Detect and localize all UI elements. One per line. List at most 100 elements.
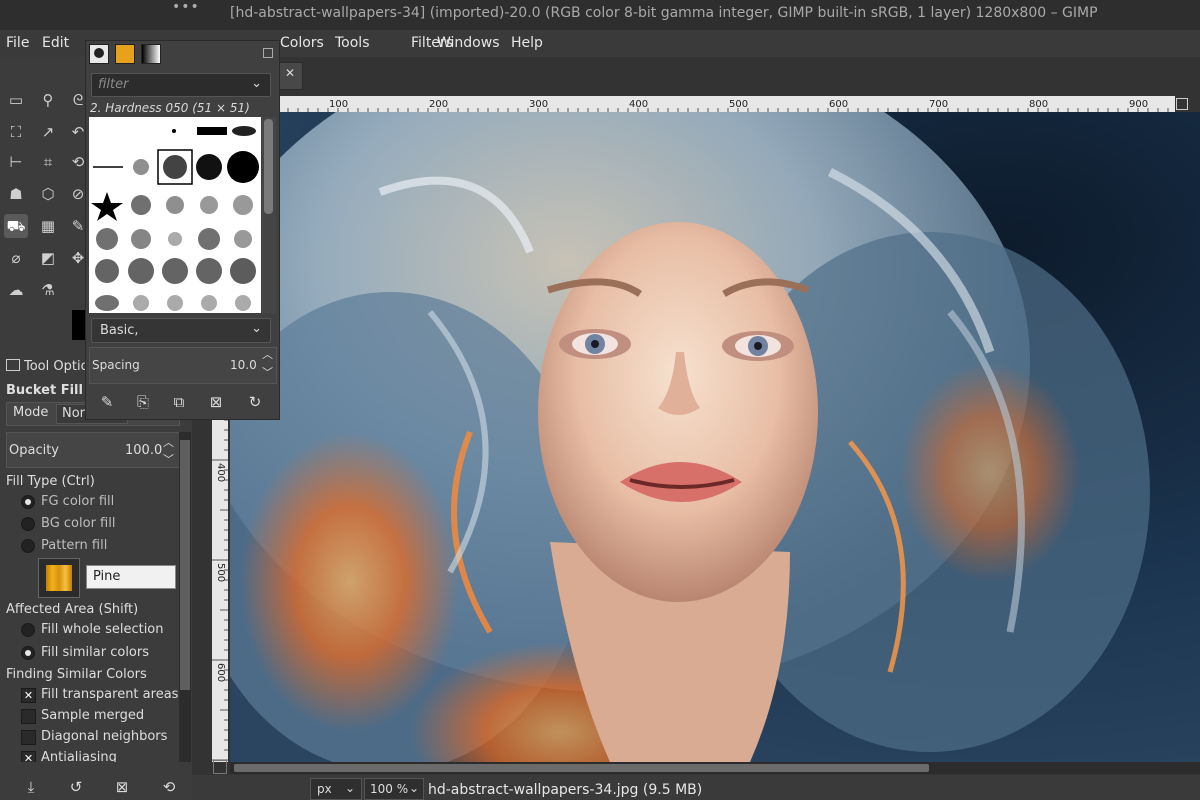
fill-type-bg-radio[interactable] xyxy=(21,517,35,531)
fill-type-pattern-label[interactable]: Pattern fill xyxy=(41,538,107,553)
brush-item[interactable] xyxy=(235,295,251,311)
bucket-fill-tool-icon[interactable]: ⛟ xyxy=(4,214,28,238)
brush-item[interactable] xyxy=(128,258,154,284)
fill-transparent-label[interactable]: Fill transparent areas xyxy=(41,687,178,702)
horizontal-scroll-thumb[interactable] xyxy=(234,764,929,772)
menu-file[interactable]: File xyxy=(6,35,29,51)
brush-item[interactable] xyxy=(197,127,227,135)
perspective-tool-icon[interactable]: ⬡ xyxy=(36,182,60,206)
patterns-tab-icon[interactable] xyxy=(115,44,135,64)
crop-frame-icon[interactable]: ⌗ xyxy=(36,150,60,174)
spacing-spinbox[interactable]: Spacing 10.0 ︿ ﹀ xyxy=(89,347,277,384)
brush-item[interactable] xyxy=(95,259,119,283)
opacity-value[interactable]: 100.0 xyxy=(125,443,162,458)
menu-windows[interactable]: Windows xyxy=(437,35,500,51)
clone-tool-icon[interactable]: ⌀ xyxy=(4,246,28,270)
chevron-down-icon[interactable]: ⌄ xyxy=(251,76,262,91)
affected-whole-radio[interactable] xyxy=(21,623,35,637)
align-tool-icon[interactable]: ⊢ xyxy=(4,150,28,174)
brush-item[interactable] xyxy=(133,295,149,311)
brush-item[interactable] xyxy=(200,196,218,214)
brush-list-scroll-thumb[interactable] xyxy=(264,119,273,214)
sample-merged-label[interactable]: Sample merged xyxy=(41,708,144,723)
menu-edit[interactable]: Edit xyxy=(42,35,69,51)
diagonal-neighbors-checkbox[interactable] xyxy=(21,730,36,745)
reset-options-icon[interactable]: ⟲ xyxy=(158,777,180,797)
brush-grid[interactable] xyxy=(89,117,261,313)
brush-item[interactable] xyxy=(167,295,183,311)
brush-item[interactable] xyxy=(163,155,187,179)
heal-tool-icon[interactable]: ◩ xyxy=(36,246,60,270)
brush-set-select[interactable]: Basic, ⌄ xyxy=(91,318,271,343)
brush-item[interactable] xyxy=(233,195,253,215)
save-options-icon[interactable]: ⤓ xyxy=(20,777,42,797)
chevron-down-icon[interactable]: ﹀ xyxy=(262,364,273,380)
quick-mask-icon[interactable] xyxy=(213,760,227,774)
brush-item[interactable] xyxy=(201,295,217,311)
dock-grip-icon[interactable]: ••• xyxy=(172,0,200,15)
brush-item[interactable] xyxy=(162,258,188,284)
antialiasing-label[interactable]: Antialiasing xyxy=(41,751,117,762)
new-brush-icon[interactable]: ⎘ xyxy=(132,392,154,412)
brush-item[interactable] xyxy=(95,295,119,311)
affected-similar-label[interactable]: Fill similar colors xyxy=(41,645,149,660)
affected-similar-radio[interactable] xyxy=(21,646,35,660)
brush-item[interactable] xyxy=(96,228,118,250)
cage-tool-icon[interactable]: ☗ xyxy=(4,182,28,206)
refresh-brushes-icon[interactable]: ↻ xyxy=(244,392,266,412)
antialiasing-checkbox[interactable]: ✕ xyxy=(21,751,36,762)
transform-tool-icon[interactable]: ↗ xyxy=(36,120,60,144)
free-select-tool-icon[interactable]: ⚲ xyxy=(36,88,60,112)
pattern-name-field[interactable]: Pine xyxy=(86,565,176,589)
menu-colors[interactable]: Colors xyxy=(280,35,324,51)
brush-item[interactable] xyxy=(196,258,222,284)
foreground-color-swatch[interactable] xyxy=(72,310,86,340)
affected-whole-label[interactable]: Fill whole selection xyxy=(41,622,164,637)
menu-tools[interactable]: Tools xyxy=(335,35,370,51)
brush-item[interactable] xyxy=(198,228,220,250)
zoom-select[interactable]: 100 % ⌄ xyxy=(364,778,424,800)
brush-item[interactable] xyxy=(234,230,252,248)
gradients-tab-icon[interactable] xyxy=(141,44,161,64)
image-canvas[interactable] xyxy=(230,112,1200,762)
crop-tool-icon[interactable]: ⛶ xyxy=(4,120,28,144)
tool-options-scroll-thumb[interactable] xyxy=(180,440,190,690)
rect-select-tool-icon[interactable]: ▭ xyxy=(4,88,28,112)
spacing-value[interactable]: 10.0 xyxy=(230,358,257,372)
duplicate-brush-icon[interactable]: ⧉ xyxy=(168,392,190,412)
brush-item[interactable] xyxy=(172,129,176,133)
brush-item[interactable] xyxy=(166,196,184,214)
color-picker-tool-icon[interactable]: ⚗ xyxy=(36,278,60,302)
chevron-up-icon[interactable]: ︿ xyxy=(262,346,273,362)
brush-item[interactable] xyxy=(168,232,182,246)
fill-type-bg-label[interactable]: BG color fill xyxy=(41,516,115,531)
brush-item[interactable] xyxy=(230,258,256,284)
delete-options-icon[interactable]: ⊠ xyxy=(111,777,133,797)
delete-brush-icon[interactable]: ⊠ xyxy=(205,392,227,412)
brush-item[interactable] xyxy=(196,154,222,180)
chevron-down-icon[interactable]: ﹀ xyxy=(163,451,174,467)
brush-item[interactable] xyxy=(91,192,123,221)
fill-type-fg-radio[interactable] xyxy=(21,495,35,509)
navigate-icon[interactable] xyxy=(1176,98,1188,110)
brush-item[interactable] xyxy=(232,126,256,136)
fill-transparent-checkbox[interactable]: ✕ xyxy=(21,688,36,703)
unit-select[interactable]: px ⌄ xyxy=(310,778,362,800)
edit-brush-icon[interactable]: ✎ xyxy=(96,392,118,412)
fill-type-fg-label[interactable]: FG color fill xyxy=(41,494,114,509)
brush-item[interactable] xyxy=(131,229,151,249)
brushes-tab-icon[interactable] xyxy=(89,44,109,64)
dock-menu-icon[interactable] xyxy=(263,48,273,58)
gradient-tool-icon[interactable]: ▦ xyxy=(36,214,60,238)
sample-merged-checkbox[interactable] xyxy=(21,709,36,724)
brush-item[interactable] xyxy=(133,159,149,175)
brush-item[interactable] xyxy=(131,195,151,215)
menu-help[interactable]: Help xyxy=(511,35,543,51)
diagonal-neighbors-label[interactable]: Diagonal neighbors xyxy=(41,729,167,744)
chevron-up-icon[interactable]: ︿ xyxy=(163,434,174,450)
text-tool-icon[interactable]: ☁ xyxy=(4,278,28,302)
image-tab-close-icon[interactable]: ✕ xyxy=(279,62,303,90)
brush-item[interactable] xyxy=(227,151,259,183)
brush-filter-input[interactable]: filter ⌄ xyxy=(91,73,271,97)
restore-options-icon[interactable]: ↺ xyxy=(65,777,87,797)
